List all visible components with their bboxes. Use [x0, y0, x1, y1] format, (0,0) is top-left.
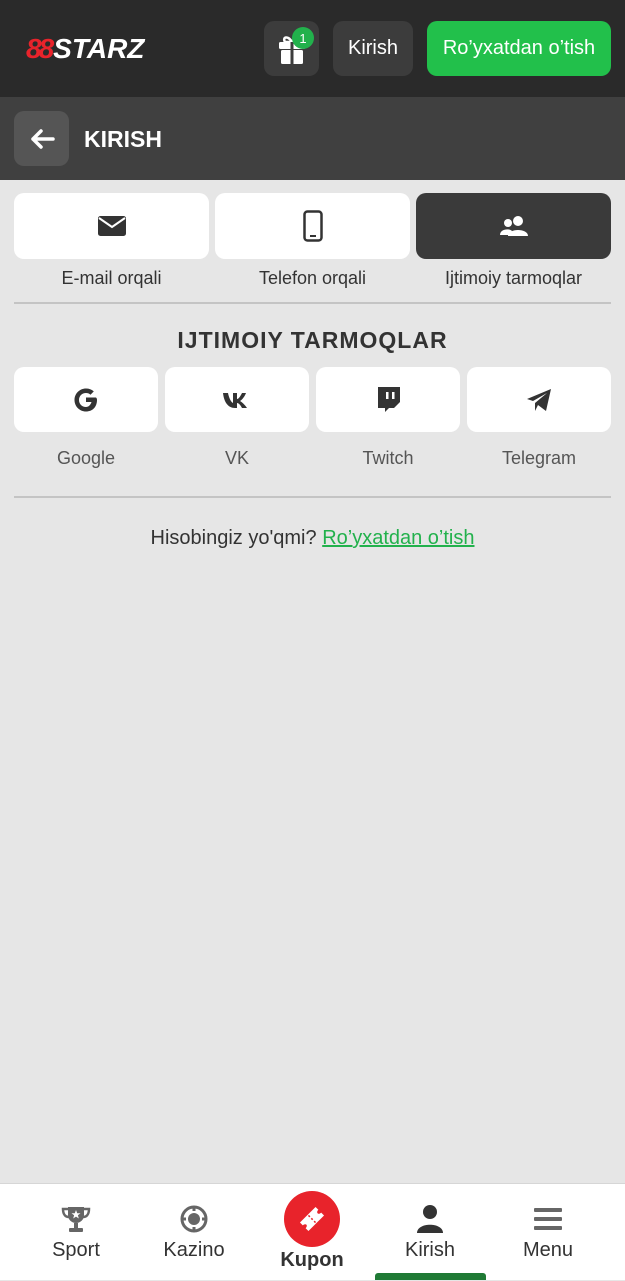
vk-icon — [223, 392, 247, 408]
nav-kupon-label[interactable]: Kupon — [252, 1248, 372, 1272]
ticket-icon — [299, 1206, 325, 1232]
logo-text: STARZ — [53, 33, 145, 64]
user-icon — [417, 1205, 443, 1233]
nav-sport[interactable]: Sport — [17, 1184, 135, 1281]
nav-kirish-label: Kirish — [404, 1239, 455, 1261]
twitch-label: Twitch — [362, 448, 414, 468]
signup-link[interactable]: Ro’yxatdan o’tish — [322, 527, 474, 549]
signup-prompt: Hisobingiz yo'qmi? Ro’yxatdan o’tish — [0, 525, 625, 551]
twitch-button[interactable] — [316, 367, 460, 432]
divider — [14, 302, 611, 304]
nav-sport-label: Sport — [52, 1239, 100, 1261]
hamburger-icon — [534, 1208, 562, 1230]
logo-mark: 88 — [26, 33, 54, 64]
tab-email-label: E-mail orqali — [61, 268, 162, 288]
login-button[interactable]: Kirish — [333, 21, 413, 76]
gift-badge: 1 — [292, 27, 314, 49]
google-label: Google — [56, 448, 116, 468]
tab-social[interactable] — [416, 193, 611, 259]
signup-question: Hisobingiz yo'qmi? — [150, 527, 317, 549]
section-title: IJTIMOIY TARMOQLAR — [177, 327, 448, 353]
page-title: KIRISH — [84, 126, 162, 152]
telegram-icon — [527, 388, 551, 411]
telegram-label: Telegram — [501, 448, 577, 468]
google-button[interactable] — [14, 367, 158, 432]
tab-phone-label: Telefon orqali — [258, 268, 367, 288]
register-button[interactable]: Ro’yxatdan o’tish — [427, 21, 611, 76]
tab-social-label: Ijtimoiy tarmoqlar — [444, 268, 583, 288]
active-tab-indicator — [375, 1273, 486, 1280]
page-header: KIRISH — [0, 97, 625, 180]
starz-logo[interactable]: 88 STARZ — [26, 34, 144, 64]
tab-email[interactable] — [14, 193, 209, 259]
vk-button[interactable] — [165, 367, 309, 432]
nav-menu-label: Menu — [522, 1239, 574, 1261]
arrow-left-icon — [30, 128, 55, 149]
twitch-icon — [378, 386, 400, 412]
phone-icon — [302, 210, 323, 242]
nav-kupon[interactable] — [284, 1191, 340, 1247]
casino-chip-icon — [180, 1205, 208, 1233]
top-bar: 88 STARZ 1 Kirish Ro’yxatdan o’tish — [0, 0, 625, 97]
telegram-button[interactable] — [467, 367, 611, 432]
users-icon — [499, 216, 528, 236]
nav-kazino[interactable]: Kazino — [135, 1184, 253, 1281]
tab-phone[interactable] — [215, 193, 410, 259]
nav-kirish[interactable]: Kirish — [371, 1184, 489, 1281]
envelope-icon — [97, 216, 126, 236]
google-icon — [74, 388, 97, 411]
vk-label: VK — [224, 448, 249, 468]
trophy-icon — [61, 1207, 91, 1232]
nav-menu[interactable]: Menu — [489, 1184, 607, 1281]
nav-kazino-label: Kazino — [163, 1239, 225, 1261]
back-button[interactable] — [14, 111, 69, 166]
divider — [14, 496, 611, 498]
